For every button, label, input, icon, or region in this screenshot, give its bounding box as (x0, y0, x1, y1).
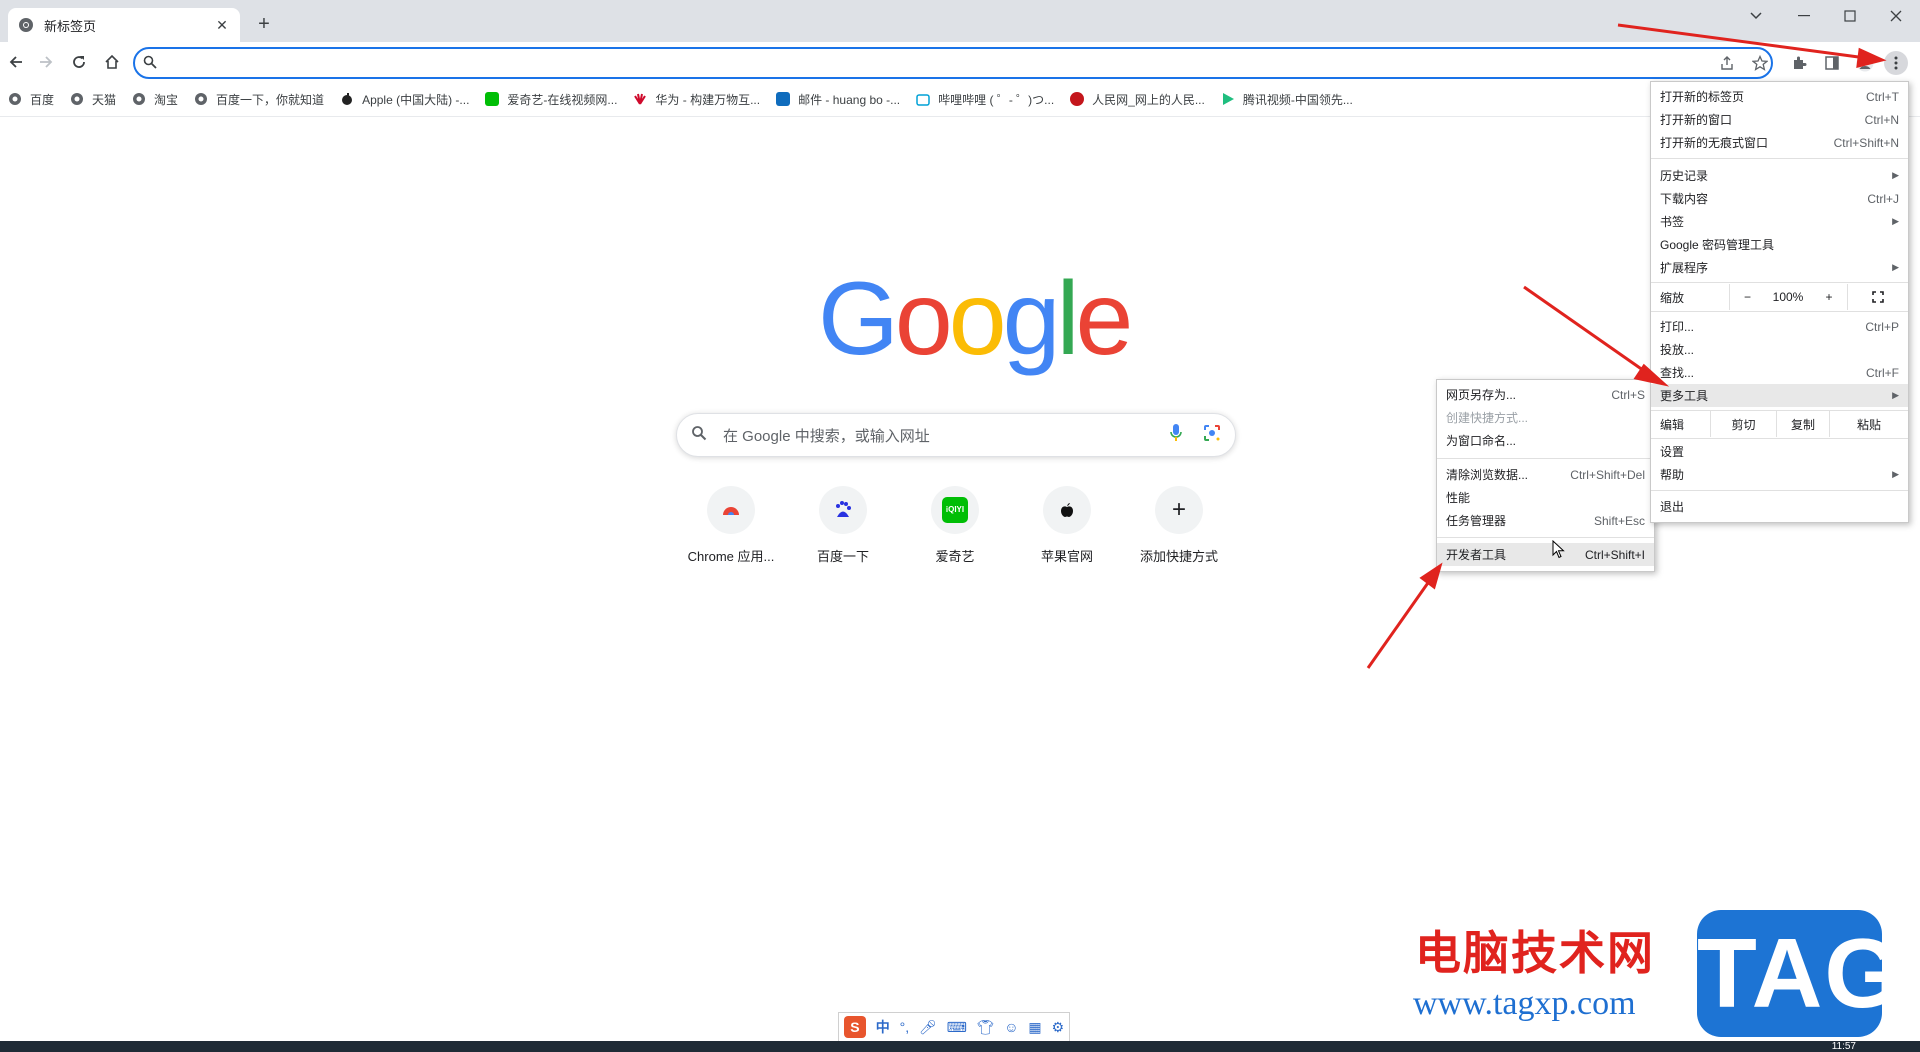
toolbox-icon[interactable]: ▦ (1028, 1019, 1041, 1036)
ime-mode-toggle[interactable]: 中 (876, 1017, 890, 1037)
windows-taskbar (0, 1041, 1920, 1052)
taskbar-clock: 11:57 (1831, 1041, 1856, 1052)
annotation-arrow (1617, 23, 1867, 60)
microphone-icon[interactable]: 🎤︎ (919, 1019, 937, 1036)
annotation-arrowhead (1419, 562, 1443, 590)
ime-toolbar: S 中 °, 🎤︎ ⌨︎ 👕︎ ☺︎ ▦ ⚙︎ (838, 1012, 1070, 1042)
annotation-arrow (1366, 579, 1432, 669)
watermark-tag-logo: TAG (1697, 910, 1901, 1037)
sogou-logo-icon: S (843, 1016, 866, 1038)
watermark-url: www.tagxp.com (1413, 985, 1636, 1022)
watermark-title: 电脑技术网 (1415, 927, 1655, 979)
annotation-arrows (1366, 23, 1887, 669)
annotation-arrow (1523, 285, 1651, 377)
settings-gear-icon[interactable]: ⚙︎ (1051, 1019, 1064, 1036)
annotation-arrowhead (1856, 47, 1887, 68)
punctuation-icon[interactable]: °, (900, 1019, 910, 1035)
robot-icon[interactable]: ☺︎ (1004, 1019, 1018, 1035)
keyboard-icon[interactable]: ⌨︎ (947, 1019, 967, 1036)
skin-icon[interactable]: 👕︎ (977, 1019, 995, 1036)
